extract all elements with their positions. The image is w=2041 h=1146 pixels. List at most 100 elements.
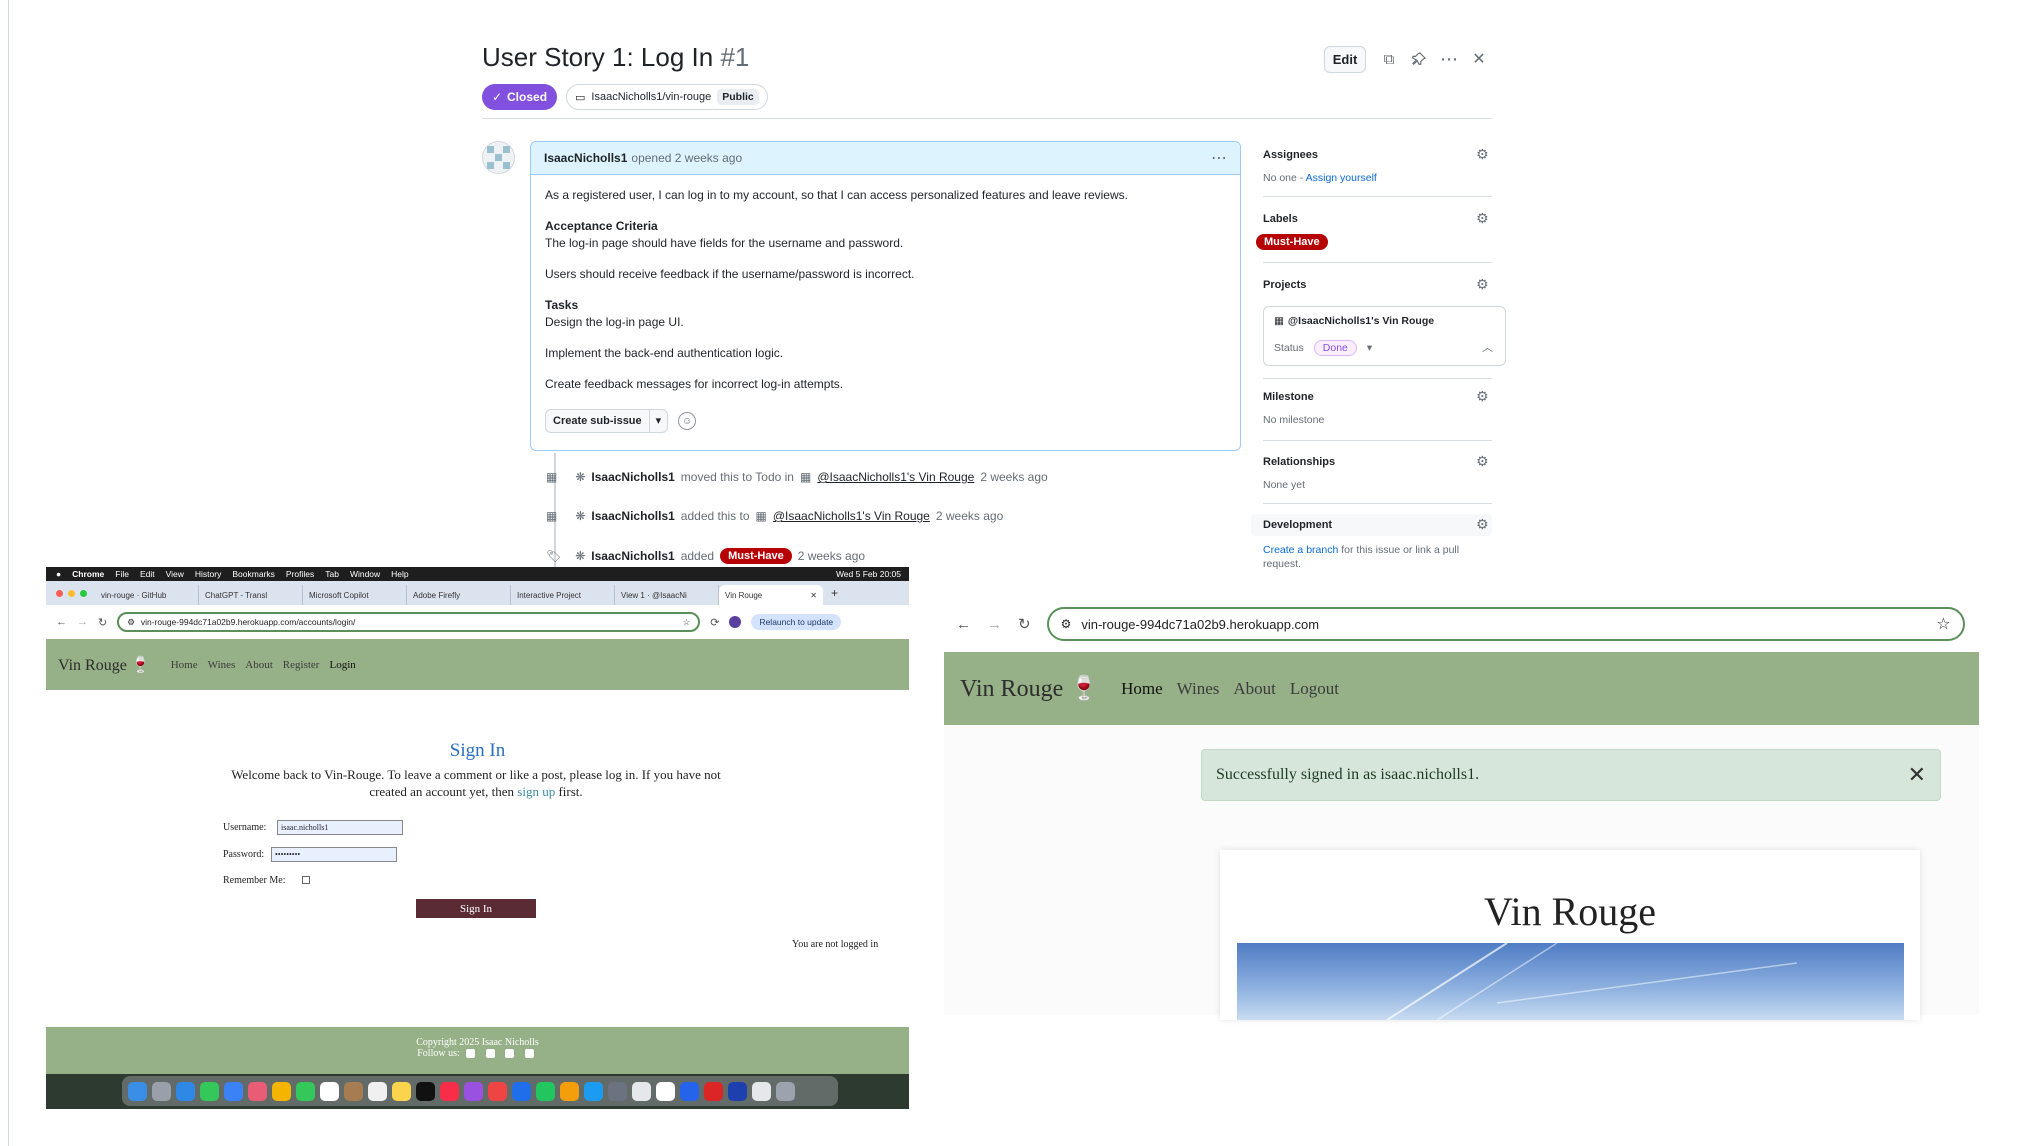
menu-item[interactable]: Profiles [286, 569, 314, 579]
gear-icon[interactable]: ⚙ [1476, 276, 1489, 293]
trash-icon[interactable] [776, 1081, 795, 1101]
keynote-icon[interactable] [512, 1081, 531, 1101]
messages-icon[interactable] [200, 1081, 219, 1101]
menu-item[interactable]: Edit [140, 569, 155, 579]
facetime-icon[interactable] [296, 1081, 315, 1101]
timeline-author[interactable]: IsaacNicholls1 [591, 470, 674, 484]
chatgpt-icon[interactable] [656, 1081, 675, 1101]
chevron-down-icon[interactable]: ▾ [648, 410, 668, 432]
app-store-icon[interactable] [584, 1081, 603, 1101]
numbers-icon[interactable] [536, 1081, 555, 1101]
nav-wines[interactable]: Wines [1177, 679, 1220, 699]
instagram-icon[interactable] [505, 1049, 515, 1059]
menu-item[interactable]: Window [350, 569, 380, 579]
browser-tab[interactable]: Adobe Firefly [407, 585, 511, 605]
site-brand[interactable]: Vin Rouge 🍷 [58, 655, 151, 675]
profile-avatar[interactable] [729, 616, 742, 628]
screen-icon[interactable] [752, 1081, 771, 1101]
menu-item[interactable]: Chrome [72, 569, 104, 579]
apple-icon[interactable]: ● [56, 569, 61, 579]
browser-tab[interactable]: Interactive Project [511, 585, 615, 605]
chevron-down-icon[interactable]: ▾ [1367, 342, 1372, 354]
copy-icon[interactable]: ⧉ [1378, 48, 1400, 70]
reminders-icon[interactable] [368, 1081, 387, 1101]
signin-button[interactable]: Sign In [416, 899, 536, 918]
gear-icon[interactable]: ⚙ [1476, 453, 1489, 470]
signup-link[interactable]: sign up [517, 784, 555, 799]
chevron-up-icon[interactable]: ︿ [1482, 339, 1493, 355]
gear-icon[interactable]: ⚙ [1476, 516, 1489, 533]
mail-icon[interactable] [224, 1081, 243, 1101]
reload-icon[interactable]: ↻ [98, 616, 107, 629]
pages-icon[interactable] [560, 1081, 579, 1101]
relaunch-button[interactable]: Relaunch to update [751, 614, 842, 630]
extensions-icon[interactable]: ⟳ [710, 616, 719, 629]
gear-icon[interactable]: ⚙ [1476, 388, 1489, 405]
bookmark-star-icon[interactable]: ☆ [683, 617, 691, 628]
site-info-icon[interactable]: ⚙ [1061, 617, 1072, 631]
browser-tab[interactable]: ChatGPT - Transl [199, 585, 303, 605]
calendar-icon[interactable] [320, 1081, 339, 1101]
avatar[interactable] [482, 141, 515, 174]
chrome-icon[interactable] [632, 1081, 651, 1101]
close-tab-icon[interactable]: ✕ [810, 591, 817, 600]
notes-icon[interactable] [392, 1081, 411, 1101]
menu-item[interactable]: Help [391, 569, 408, 579]
maps-icon[interactable] [248, 1081, 267, 1101]
nav-home[interactable]: Home [1121, 679, 1163, 699]
timeline-author[interactable]: IsaacNicholls1 [591, 509, 674, 523]
forward-icon[interactable]: → [77, 616, 88, 628]
safari-icon[interactable] [176, 1081, 195, 1101]
back-icon[interactable]: ← [956, 616, 971, 633]
nav-about[interactable]: About [245, 659, 273, 671]
menu-item[interactable]: View [166, 569, 184, 579]
label-badge[interactable]: Must-Have [1256, 234, 1328, 250]
create-branch-link[interactable]: Create a branch [1263, 544, 1338, 556]
timeline-author[interactable]: IsaacNicholls1 [591, 549, 674, 563]
close-icon[interactable]: ✕ [1468, 48, 1490, 70]
new-tab-icon[interactable]: + [831, 586, 838, 600]
close-window-icon[interactable] [56, 590, 63, 597]
finder-icon[interactable] [128, 1081, 147, 1101]
nav-logout[interactable]: Logout [1290, 679, 1339, 699]
browser-tab[interactable]: Microsoft Copilot [303, 585, 407, 605]
site-info-icon[interactable]: ⚙ [127, 617, 135, 628]
create-subissue-button[interactable]: Create sub-issue ▾ [545, 409, 669, 433]
powerpoint-icon[interactable] [704, 1081, 723, 1101]
nav-home[interactable]: Home [171, 659, 198, 671]
nav-login[interactable]: Login [329, 659, 355, 671]
gear-icon[interactable]: ⚙ [1476, 210, 1489, 227]
vscode-icon[interactable] [680, 1081, 699, 1101]
timeline-project-link[interactable]: @IsaacNicholls1's Vin Rouge [817, 470, 974, 484]
close-icon[interactable]: ✕ [1908, 763, 1926, 788]
launchpad-icon[interactable] [152, 1081, 171, 1101]
edit-button[interactable]: Edit [1324, 46, 1366, 73]
menu-item[interactable]: History [195, 569, 221, 579]
status-done-pill[interactable]: Done [1313, 340, 1357, 356]
project-title[interactable]: ▦ @IsaacNicholls1's Vin Rouge [1274, 315, 1434, 327]
news-icon[interactable] [488, 1081, 507, 1101]
nav-wines[interactable]: Wines [208, 659, 236, 671]
word-icon[interactable] [728, 1081, 747, 1101]
emoji-reaction-icon[interactable]: ☺ [678, 412, 697, 430]
zoom-window-icon[interactable] [80, 590, 87, 597]
minimize-window-icon[interactable] [68, 590, 75, 597]
label-badge[interactable]: Must-Have [720, 548, 792, 564]
contacts-icon[interactable] [344, 1081, 363, 1101]
browser-tab[interactable]: View 1 · @IsaacNi [615, 585, 719, 605]
site-brand[interactable]: Vin Rouge 🍷 [960, 674, 1099, 703]
youtube-icon[interactable] [524, 1049, 534, 1059]
menu-item[interactable]: File [115, 569, 129, 579]
photos-icon[interactable] [272, 1081, 291, 1101]
pin-icon[interactable] [1408, 48, 1430, 70]
browser-tab-active[interactable]: Vin Rouge ✕ [719, 585, 823, 605]
settings-icon[interactable] [608, 1081, 627, 1101]
bookmark-star-icon[interactable]: ☆ [1936, 614, 1950, 634]
reload-icon[interactable]: ↻ [1018, 615, 1031, 633]
back-icon[interactable]: ← [56, 616, 67, 628]
more-options-icon[interactable]: ⋯ [1438, 48, 1460, 70]
gear-icon[interactable]: ⚙ [1476, 146, 1489, 163]
username-field[interactable]: isaac.nicholls1 [277, 820, 403, 835]
menu-item[interactable]: Tab [325, 569, 339, 579]
music-icon[interactable] [440, 1081, 459, 1101]
